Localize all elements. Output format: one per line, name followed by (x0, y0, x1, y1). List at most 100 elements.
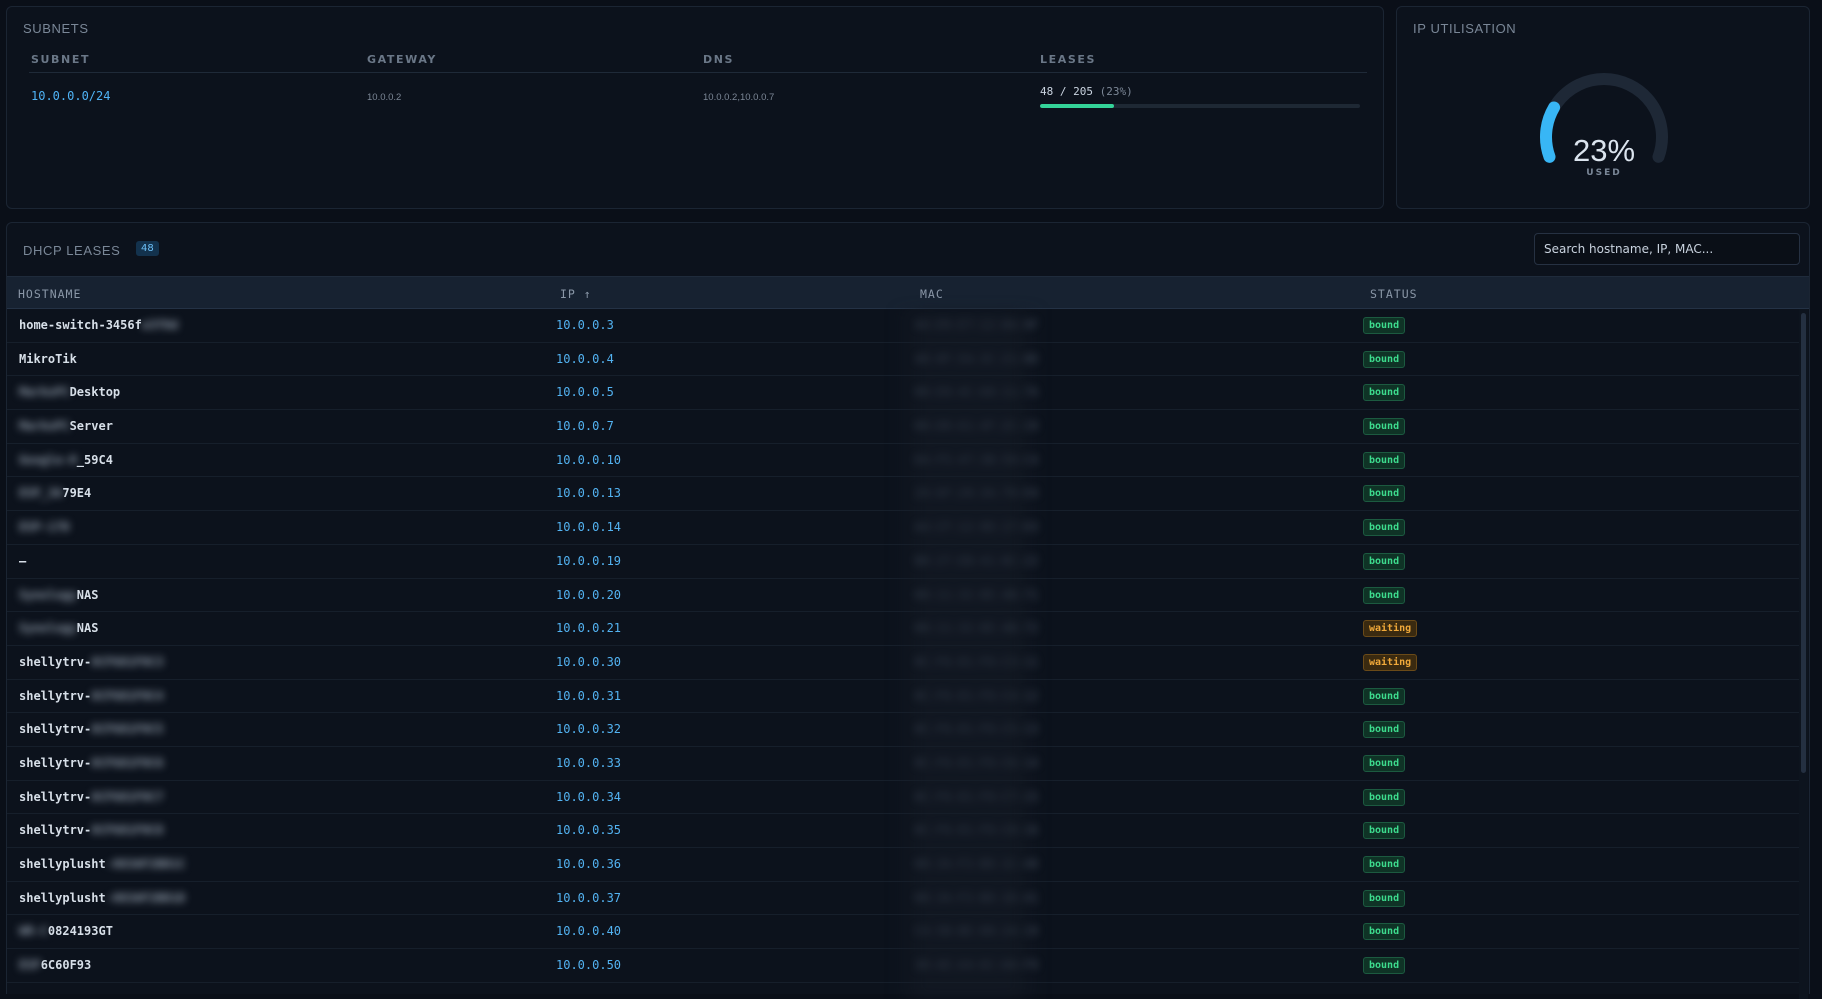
status-cell: bound (1363, 788, 1406, 806)
table-row[interactable]: home-switch-3456fe3f8d 10.0.0.3 44:D9:E7:1… (7, 309, 1799, 343)
hostname-text: shellyplusht (19, 890, 106, 905)
table-row[interactable]: ESP6C60F93 10.0.0.50 30:AE:A4:6C:60:F9 boun… (7, 949, 1799, 983)
table-row[interactable]: ESP_3A79E4 10.0.0.13 24:6F:28:3A:79:E4 boun… (7, 477, 1799, 512)
ip-cell[interactable]: 10.0.0.30 (556, 655, 621, 669)
mac-cell: B8:27:EB:41:0C:22 (915, 553, 1038, 568)
ip-cell[interactable]: 10.0.0.34 (556, 790, 621, 804)
status-cell: bound (1363, 418, 1406, 436)
table-row[interactable]: MarkoPCServer 10.0.0.7 00:D8:61:4F:2C:19 bo… (7, 410, 1799, 444)
mac-cell: 8C:F6:81:F0:C3:11 (915, 654, 1038, 669)
table-row[interactable]: SynologyNAS 10.0.0.20 00:11:32:8E:4B:71 bou… (7, 579, 1799, 613)
mac-cell: 8C:F6:81:F0:C7:15 (915, 789, 1038, 804)
mac-column-header[interactable]: MAC (920, 287, 944, 301)
table-row[interactable]: shellytrv-8CF681F0C7 10.0.0.34 8C:F6:81:F0… (7, 781, 1799, 815)
hostname-cell: ESP6C60F93 (19, 958, 91, 972)
status-cell: bound (1363, 889, 1406, 907)
ip-cell[interactable]: 10.0.0.13 (556, 486, 621, 500)
hostname-cell: SynologyNAS (19, 588, 98, 602)
hostname-cell: Google-H_59C4 (19, 453, 113, 467)
hostname-redacted-suffix: e3f8d (141, 318, 178, 332)
mac-cell: 08:3A:F2:BD:1D:41 (915, 890, 1038, 905)
ip-cell[interactable]: 10.0.0.4 (556, 352, 614, 366)
search-input[interactable] (1534, 233, 1800, 265)
hostname-redacted-prefix: Google-H (19, 452, 77, 467)
ip-cell[interactable]: 10.0.0.3 (556, 318, 614, 332)
table-row[interactable]: SynologyNAS 10.0.0.21 00:11:32:8E:4B:72 wai… (7, 612, 1799, 646)
ip-cell[interactable]: 10.0.0.32 (556, 722, 621, 736)
mac-cell: 00:D8:61:4F:2C:19 (915, 419, 1038, 434)
status-badge: bound (1363, 586, 1406, 604)
hostname-cell: ESP_3A79E4 (19, 486, 91, 500)
table-row[interactable]: ESP-17D 10.0.0.14 A4:CF:12:9D:17:D3 bound (7, 511, 1799, 545)
ip-cell[interactable]: 10.0.0.50 (556, 958, 621, 972)
mac-cell: 00:11:32:8E:4B:71 (915, 587, 1038, 602)
hostname-cell: shellytrv-8CF681F0C5 (19, 722, 164, 736)
hostname-cell: WR-C0824193GT (19, 924, 113, 938)
status-badge: bound (1363, 957, 1406, 975)
leases-percent: (23%) (1099, 85, 1133, 98)
ip-cell[interactable]: 10.0.0.33 (556, 756, 621, 770)
status-cell: bound (1363, 687, 1406, 705)
status-badge: bound (1363, 788, 1406, 806)
status-cell: bound (1363, 350, 1406, 368)
utilisation-label: USED (1586, 168, 1622, 178)
status-column-header[interactable]: STATUS (1370, 287, 1418, 301)
status-cell: bound (1363, 957, 1406, 975)
ip-cell[interactable]: 10.0.0.5 (556, 385, 614, 399)
mac-cell: 8C:F6:81:F0:C8:16 (915, 823, 1038, 838)
ip-cell[interactable]: 10.0.0.20 (556, 588, 621, 602)
hostname-text: shellytrv- (19, 722, 92, 737)
table-row[interactable]: — 10.0.0.19 B8:27:EB:41:0C:22 bound (7, 545, 1799, 579)
table-row[interactable]: WR-C0824193GT 10.0.0.40 C4:5B:BE:08:24:19 b… (7, 915, 1799, 950)
status-cell: bound (1363, 923, 1406, 941)
table-row[interactable]: shellyplusht-083AF2BD1D 10.0.0.37 08:3A:F2… (7, 882, 1799, 916)
hostname-cell: home-switch-3456fe3f8d (19, 318, 178, 332)
leases-table-body: home-switch-3456fe3f8d 10.0.0.3 44:D9:E7:1… (7, 309, 1799, 983)
ip-cell[interactable]: 10.0.0.40 (556, 924, 621, 938)
mac-cell: 08:3A:F2:BD:1C:40 (915, 857, 1038, 871)
hostname-text: _59C4 (76, 452, 113, 467)
hostname-text: shellyplusht (19, 857, 106, 871)
ip-cell[interactable]: 10.0.0.36 (556, 857, 621, 871)
mac-cell: 44:D9:E7:12:8A:9F (915, 318, 1038, 332)
hostname-text: shellytrv- (19, 789, 92, 804)
table-row[interactable]: shellytrv-8CF681F0C4 10.0.0.31 8C:F6:81:F0… (7, 680, 1799, 714)
leases-title: DHCP LEASES (23, 243, 121, 258)
ip-cell[interactable]: 10.0.0.14 (556, 520, 621, 534)
hostname-redacted-prefix: ESP_3A (19, 486, 63, 501)
mac-cell: D4:F5:47:3B:59:C4 (915, 452, 1038, 467)
leases-progress-bar (1040, 104, 1360, 108)
ip-cell[interactable]: 10.0.0.21 (556, 621, 621, 635)
hostname-column-header[interactable]: HOSTNAME (18, 287, 81, 301)
subnet-column-header: SUBNET (31, 53, 91, 66)
table-row[interactable]: shellytrv-8CF681F0C8 10.0.0.35 8C:F6:81:F0… (7, 814, 1799, 848)
ip-column-header[interactable]: IP ↑ (560, 287, 592, 301)
ip-cell[interactable]: 10.0.0.35 (556, 823, 621, 837)
mac-cell: 30:AE:A4:6C:60:F9 (915, 958, 1038, 973)
scrollbar-thumb[interactable] (1801, 313, 1806, 773)
hostname-text: shellytrv- (19, 654, 92, 669)
table-row[interactable]: MarkoPCDesktop 10.0.0.5 00:E0:4C:68:11:7A b… (7, 376, 1799, 411)
dns-value: 10.0.0.2,10.0.0.7 (703, 92, 775, 103)
hostname-cell: MarkoPCServer (19, 419, 113, 433)
status-badge: bound (1363, 418, 1406, 436)
table-row[interactable]: shellytrv-8CF681F0C6 10.0.0.33 8C:F6:81:F0… (7, 747, 1799, 781)
table-row[interactable]: Google-H_59C4 10.0.0.10 D4:F5:47:3B:59:C4 b… (7, 444, 1799, 478)
hostname-text: 79E4 (62, 486, 92, 501)
ip-cell[interactable]: 10.0.0.10 (556, 453, 621, 467)
status-badge: bound (1363, 350, 1406, 368)
hostname-cell: — (19, 554, 26, 568)
subnet-link[interactable]: 10.0.0.0/24 (31, 89, 110, 103)
ip-cell[interactable]: 10.0.0.37 (556, 891, 621, 905)
status-cell: waiting (1363, 653, 1418, 671)
mac-cell: 24:6F:28:3A:79:E4 (915, 486, 1038, 501)
ip-cell[interactable]: 10.0.0.19 (556, 554, 621, 568)
ip-cell[interactable]: 10.0.0.7 (556, 419, 614, 433)
ip-cell[interactable]: 10.0.0.31 (556, 689, 621, 703)
table-scrollbar[interactable] (1799, 309, 1808, 999)
table-row[interactable]: MikroTik 10.0.0.4 48:8F:5A:3C:21:0D bound (7, 343, 1799, 377)
table-row[interactable]: shellyplusht-083AF2BD1C 10.0.0.36 08:3A:F2… (7, 848, 1799, 882)
table-row[interactable]: shellytrv-8CF681F0C5 10.0.0.32 8C:F6:81:F0… (7, 713, 1799, 747)
table-row[interactable]: shellytrv-8CF681F0C3 10.0.0.30 8C:F6:81:F0… (7, 646, 1799, 680)
utilisation-title: IP UTILISATION (1413, 21, 1517, 36)
